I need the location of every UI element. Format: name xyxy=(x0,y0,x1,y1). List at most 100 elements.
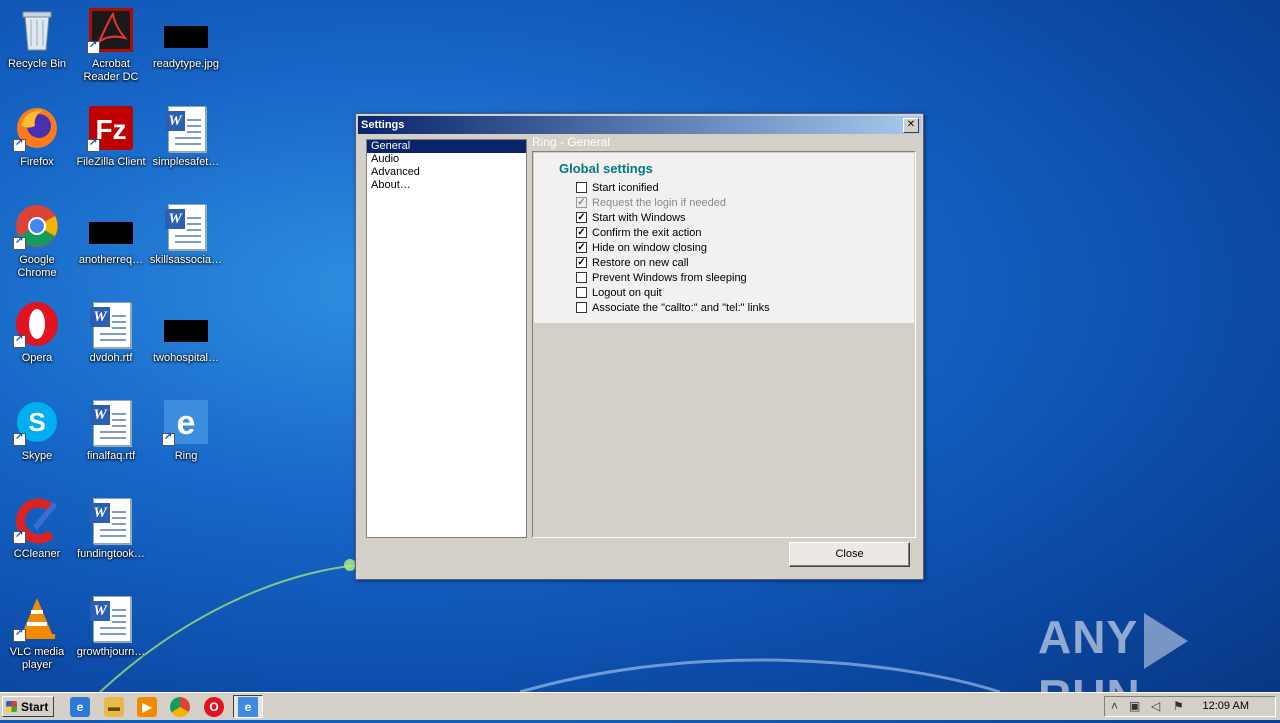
option-start-iconified[interactable]: Start iconified xyxy=(576,181,659,197)
ring-icon: e xyxy=(238,697,258,717)
close-button[interactable]: Close xyxy=(789,542,910,567)
panel-title: Ring - General xyxy=(532,135,611,149)
desktop-icon-label: Skype xyxy=(21,450,53,462)
nav-item-advanced[interactable]: Advanced xyxy=(367,166,526,179)
checkbox[interactable] xyxy=(576,271,587,283)
desktop-icon-label: Acrobat Reader DC xyxy=(83,58,139,83)
desktop-icon-simplesafet[interactable]: W simplesafet… xyxy=(149,104,223,169)
desktop-icon-label: growthjourn… xyxy=(76,646,146,658)
nav-item-about[interactable]: About… xyxy=(367,179,526,192)
desktop-icon-fundingtook[interactable]: W fundingtook… xyxy=(74,496,148,561)
nav-item-audio[interactable]: Audio xyxy=(367,153,526,166)
image-file-icon xyxy=(162,6,210,54)
play-triangle-icon xyxy=(1144,612,1189,669)
show-hidden-icons-icon[interactable]: ˄ xyxy=(1111,699,1118,713)
firefox-icon xyxy=(13,104,61,152)
option-hide-on-close[interactable]: ✓ Hide on window closing xyxy=(576,241,707,257)
ring-icon: e xyxy=(162,398,210,446)
desktop-icon-finalfaq[interactable]: W finalfaq.rtf xyxy=(74,398,148,463)
desktop-icon-dvdoh[interactable]: W dvdoh.rtf xyxy=(74,300,148,365)
checkbox[interactable]: ✓ xyxy=(576,241,587,253)
nav-item-general[interactable]: General xyxy=(367,140,526,153)
desktop-icon-acrobat[interactable]: Acrobat Reader DC xyxy=(74,6,148,84)
close-icon[interactable]: ✕ xyxy=(903,118,919,133)
desktop-icon-ccleaner[interactable]: CCleaner xyxy=(0,496,74,561)
desktop-icon-label: fundingtook… xyxy=(77,548,145,560)
svg-text:Fz: Fz xyxy=(95,114,126,145)
desktop-icon-label: FileZilla Client xyxy=(76,156,146,168)
recycle-bin-icon xyxy=(13,6,61,54)
option-prevent-sleep[interactable]: Prevent Windows from sleeping xyxy=(576,271,747,287)
desktop-icon-firefox[interactable]: Firefox xyxy=(0,104,74,169)
desktop-icon-label: Ring xyxy=(174,450,198,462)
desktop-icon-ring[interactable]: e Ring xyxy=(149,398,223,463)
shortcut-arrow-icon xyxy=(13,431,26,446)
desktop-icon-label: Recycle Bin xyxy=(7,58,67,70)
taskbar: Start e ▬ ▶ O e ˄ ▣ ◁ ⚑ 12:09 AM xyxy=(0,692,1280,720)
checkbox[interactable] xyxy=(576,286,587,298)
ie-icon[interactable]: e xyxy=(70,697,90,717)
image-file-icon xyxy=(87,202,135,250)
desktop-icon-label: dvdoh.rtf xyxy=(89,352,133,364)
shortcut-arrow-icon xyxy=(87,39,100,54)
option-label: Confirm the exit action xyxy=(592,227,702,239)
action-center-flag-icon[interactable]: ⚑ xyxy=(1173,699,1184,713)
title-bar[interactable]: Settings ✕ xyxy=(358,116,921,134)
desktop-icon-label: CCleaner xyxy=(13,548,61,560)
shortcut-arrow-icon xyxy=(87,137,100,152)
checkbox[interactable]: ✓ xyxy=(576,226,587,238)
start-button[interactable]: Start xyxy=(2,696,54,717)
desktop-icon-chrome[interactable]: Google Chrome xyxy=(0,202,74,280)
window-footer: Close xyxy=(366,538,914,574)
desktop-icon-vlc[interactable]: VLC media player xyxy=(0,594,74,672)
option-label: Start with Windows xyxy=(592,212,686,224)
media-player-icon[interactable]: ▶ xyxy=(137,697,157,717)
checkbox[interactable] xyxy=(576,181,587,193)
taskbar-ring-active[interactable]: e xyxy=(233,695,263,718)
section-title: Global settings xyxy=(559,161,653,176)
option-label: Hide on window closing xyxy=(592,242,707,254)
desktop-icon-label: Google Chrome xyxy=(17,254,57,279)
volume-icon[interactable]: ◁ xyxy=(1151,699,1160,713)
option-label: Start iconified xyxy=(592,182,659,194)
word-doc-icon: W xyxy=(162,202,210,250)
opera-icon xyxy=(13,300,61,348)
shortcut-arrow-icon xyxy=(13,235,26,250)
word-doc-icon: W xyxy=(87,398,135,446)
option-logout-on-quit[interactable]: Logout on quit xyxy=(576,286,662,302)
checkbox[interactable] xyxy=(576,301,587,313)
desktop-icon-readytype[interactable]: readytype.jpg xyxy=(149,6,223,71)
desktop-icon-opera[interactable]: Opera xyxy=(0,300,74,365)
desktop-icon-anotherreq[interactable]: anotherreq… xyxy=(74,202,148,267)
svg-text:e: e xyxy=(177,404,196,442)
desktop-icon-label: finalfaq.rtf xyxy=(86,450,136,462)
ccleaner-icon xyxy=(13,496,61,544)
option-label: Request the login if needed xyxy=(592,197,726,209)
opera-icon[interactable]: O xyxy=(204,697,224,717)
checkbox: ✓ xyxy=(576,196,587,208)
desktop-icon-filezilla[interactable]: Fz FileZilla Client xyxy=(74,104,148,169)
checkbox[interactable]: ✓ xyxy=(576,211,587,223)
desktop-icon-label: Opera xyxy=(21,352,53,364)
settings-window: Settings ✕ General Audio Advanced About…… xyxy=(355,113,924,580)
desktop-icon-recycle-bin[interactable]: Recycle Bin xyxy=(0,6,74,71)
option-start-with-windows[interactable]: ✓ Start with Windows xyxy=(576,211,686,227)
system-tray: ˄ ▣ ◁ ⚑ 12:09 AM xyxy=(1104,696,1276,717)
network-icon[interactable]: ▣ xyxy=(1129,699,1140,713)
option-associate-links[interactable]: Associate the "callto:" and "tel:" links xyxy=(576,301,770,317)
option-confirm-exit[interactable]: ✓ Confirm the exit action xyxy=(576,226,702,242)
option-restore-on-call[interactable]: ✓ Restore on new call xyxy=(576,256,689,272)
desktop-icon-skype[interactable]: S Skype xyxy=(0,398,74,463)
explorer-icon[interactable]: ▬ xyxy=(104,697,124,717)
chrome-icon[interactable] xyxy=(170,697,190,717)
shortcut-arrow-icon xyxy=(13,137,26,152)
desktop-icon-skillsassocia[interactable]: W skillsassocia… xyxy=(149,202,223,267)
desktop-icon-growthjourn[interactable]: W growthjourn… xyxy=(74,594,148,659)
option-label: Logout on quit xyxy=(592,287,662,299)
window-title: Settings xyxy=(361,119,405,131)
clock[interactable]: 12:09 AM xyxy=(1203,700,1249,712)
option-request-login: ✓ Request the login if needed xyxy=(576,196,726,212)
checkbox[interactable]: ✓ xyxy=(576,256,587,268)
image-file-icon xyxy=(162,300,210,348)
desktop-icon-twohospital[interactable]: twohospital… xyxy=(149,300,223,365)
